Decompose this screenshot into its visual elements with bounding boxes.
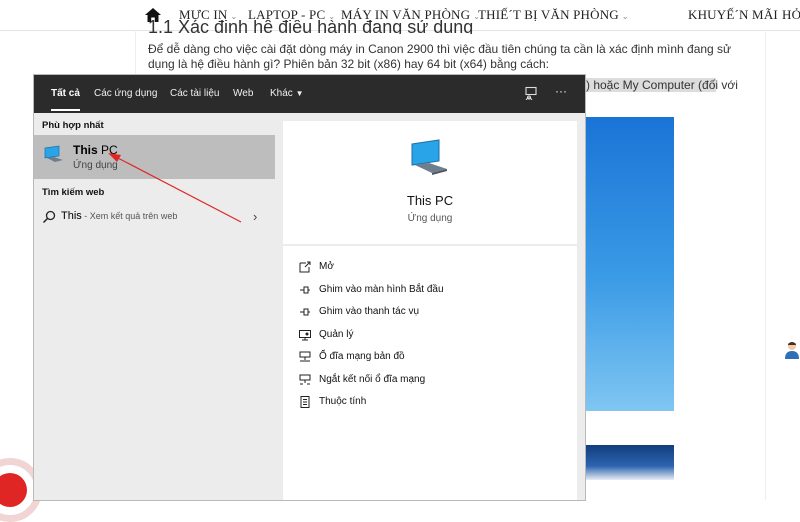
page-guide-right <box>765 30 766 500</box>
nav-item-khuyen-mai[interactable]: KHUYẾ´N MÃI <box>688 7 778 23</box>
results-pane: Phù hợp nhất This PC Ứng dụng Tìm kiếm w… <box>34 113 275 500</box>
start-search-window: Tất cả Các ứng dụng Các tài liệu Web Khá… <box>34 75 585 500</box>
chat-avatar-icon[interactable] <box>784 341 800 359</box>
action-label: Ghim vào màn hình Bắt đầu <box>319 284 444 295</box>
detail-header-card: This PC Ứng dụng <box>283 121 577 244</box>
pin-taskbar-icon <box>300 308 310 316</box>
action-pin-taskbar[interactable]: Ghim vào thanh tác vụ <box>299 305 559 321</box>
article-screenshot-image <box>580 117 674 411</box>
detail-subtitle: Ứng dụng <box>407 213 453 224</box>
feedback-icon[interactable] <box>524 86 538 100</box>
action-label: Ngắt kết nối ổ đĩa mạng <box>319 374 426 385</box>
best-match-subtitle: Ứng dụng <box>73 160 118 171</box>
manage-icon <box>299 330 311 341</box>
action-label: Ổ đĩa mạng bản đồ <box>319 351 405 362</box>
web-search-heading: Tìm kiếm web <box>42 187 105 198</box>
best-match-title: This PC <box>73 143 118 157</box>
best-match-heading: Phù hợp nhất <box>42 120 104 131</box>
nav-item-hoi-dap[interactable]: HỎ <box>782 7 800 23</box>
action-properties[interactable]: Thuộc tính <box>299 395 559 411</box>
action-manage[interactable]: Quản lý <box>299 328 559 344</box>
search-icon <box>42 210 56 224</box>
properties-icon <box>300 396 310 408</box>
action-label: Quản lý <box>319 329 354 340</box>
open-icon <box>299 261 311 273</box>
action-map-drive[interactable]: Ổ đĩa mạng bản đồ <box>299 350 559 366</box>
tab-apps[interactable]: Các ứng dụng <box>94 88 157 99</box>
web-search-result[interactable]: This - Xem kết quả trên web › <box>34 206 275 230</box>
article-highlighted-text: ) hoặc My Computer (đối với <box>586 78 738 92</box>
action-list: Mở Ghim vào màn hình Bắt đầu Ghim vào th… <box>283 246 577 500</box>
search-filter-bar: Tất cả Các ứng dụng Các tài liệu Web Khá… <box>34 75 585 113</box>
action-label: Thuộc tính <box>319 396 367 407</box>
tab-web[interactable]: Web <box>233 88 253 99</box>
call-button-core <box>0 473 27 507</box>
this-pc-icon <box>44 145 63 162</box>
tab-all[interactable]: Tất cả <box>51 88 80 111</box>
best-match-this-pc[interactable]: This PC Ứng dụng <box>34 135 275 179</box>
detail-pane: This PC Ứng dụng Mở Ghim vào màn hình Bắ… <box>283 121 577 500</box>
article-heading: 1.1 Xác định hệ điều hành đang sử dụng <box>148 20 474 34</box>
tab-more[interactable]: Khác ▼ <box>270 88 304 99</box>
action-disconnect-drive[interactable]: Ngắt kết nối ổ đĩa mạng <box>299 373 559 389</box>
this-pc-large-icon <box>411 139 447 175</box>
article-screenshot-image-2 <box>580 445 674 480</box>
caret-down-icon: ▼ <box>295 89 304 98</box>
pin-start-icon <box>300 286 310 294</box>
chevron-right-icon[interactable]: › <box>253 209 257 224</box>
action-label: Ghim vào thanh tác vụ <box>319 306 420 317</box>
map-drive-icon <box>299 351 311 362</box>
more-options-icon[interactable]: ··· <box>555 84 567 98</box>
action-pin-start[interactable]: Ghim vào màn hình Bắt đầu <box>299 283 559 299</box>
action-open[interactable]: Mở <box>299 260 559 276</box>
action-label: Mở <box>319 261 334 272</box>
detail-title: This PC <box>406 193 454 208</box>
disconnect-drive-icon <box>299 374 311 385</box>
tab-documents[interactable]: Các tài liệu <box>170 88 219 99</box>
article-paragraph: Để dễ dàng cho việc cài đặt dòng máy in … <box>148 42 732 71</box>
web-search-text: This - Xem kết quả trên web <box>61 210 178 222</box>
